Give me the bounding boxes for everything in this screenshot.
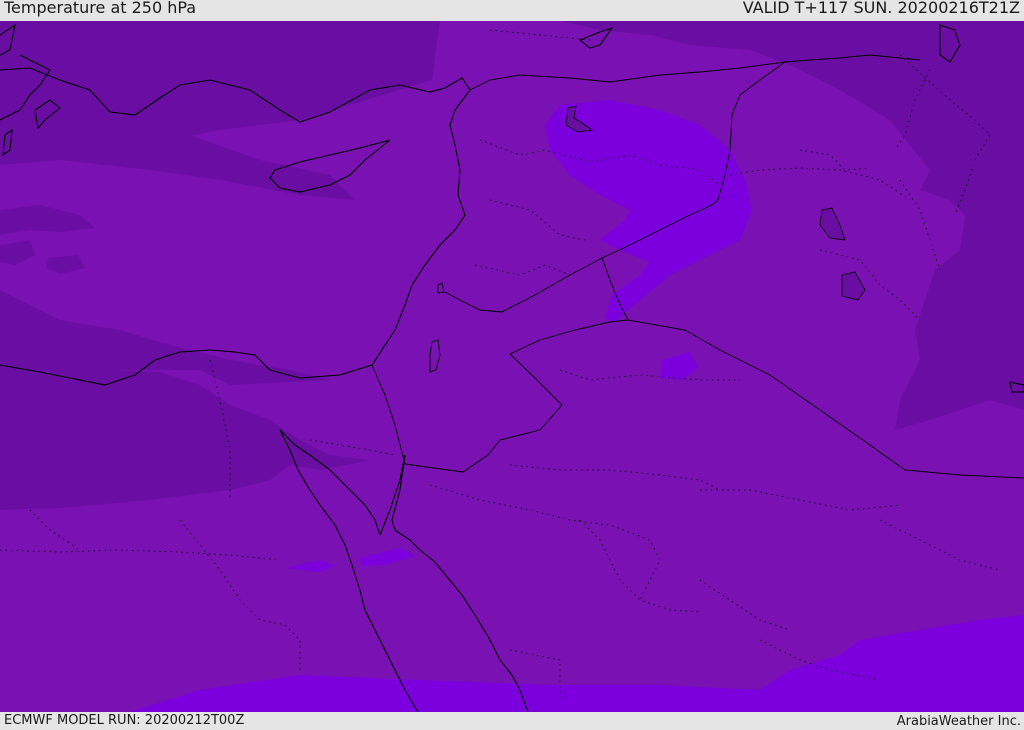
valid-time: VALID T+117 SUN. 20200216T21Z xyxy=(742,0,1020,17)
map-title: Temperature at 250 hPa xyxy=(4,0,197,17)
map-canvas xyxy=(0,21,1024,712)
top-bar: Temperature at 250 hPa VALID T+117 SUN. … xyxy=(0,0,1024,21)
credit-text: ArabiaWeather Inc. xyxy=(896,714,1021,729)
weather-map xyxy=(0,21,1024,712)
bottom-bar: ECMWF MODEL RUN: 20200212T00Z ArabiaWeat… xyxy=(0,712,1024,729)
model-run: ECMWF MODEL RUN: 20200212T00Z xyxy=(4,713,245,728)
